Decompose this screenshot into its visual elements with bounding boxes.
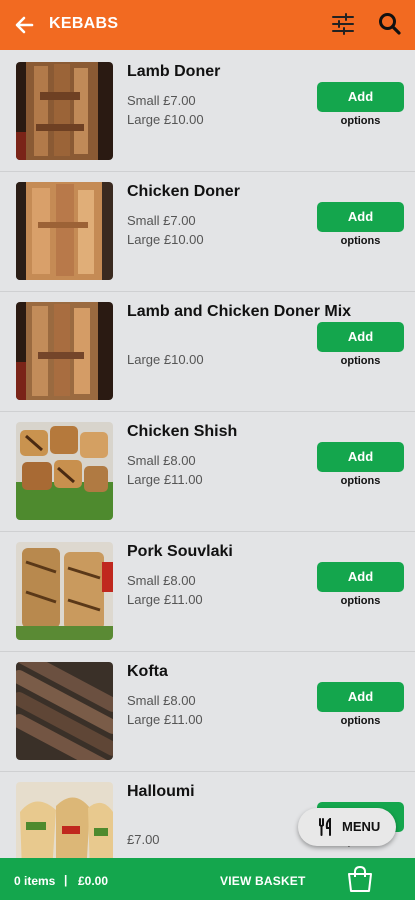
- options-link[interactable]: options: [317, 235, 404, 247]
- options-link[interactable]: options: [317, 475, 404, 487]
- basket-bar[interactable]: 0 items | £0.00 VIEW BASKET: [0, 858, 415, 900]
- menu-item[interactable]: Chicken Doner Small £7.00 Large £10.00 A…: [0, 172, 415, 292]
- menu-item[interactable]: Pork Souvlaki Small £8.00 Large £11.00 A…: [0, 532, 415, 652]
- filter-sliders-icon[interactable]: [330, 11, 356, 37]
- item-price-large: Large £11.00: [127, 472, 203, 487]
- add-button[interactable]: Add: [317, 562, 404, 592]
- item-price-large: Large £10.00: [127, 112, 204, 127]
- chicken-doner-image: [16, 182, 113, 280]
- lamb-doner-image: [16, 62, 113, 160]
- options-link[interactable]: options: [317, 355, 404, 367]
- menu-fab-label: MENU: [342, 819, 381, 834]
- item-name: Halloumi: [127, 783, 195, 800]
- item-price-large: Large £11.00: [127, 712, 203, 727]
- item-price-small: Small £7.00: [127, 213, 196, 228]
- kofta-image: [16, 662, 113, 760]
- back-arrow-icon[interactable]: [10, 10, 40, 40]
- basket-items-count: 0 items: [14, 874, 56, 888]
- item-price-large: Large £11.00: [127, 592, 203, 607]
- item-price-small: Small £8.00: [127, 453, 196, 468]
- add-button[interactable]: Add: [317, 682, 404, 712]
- menu-item-list: Lamb Doner Small £7.00 Large £10.00 Add …: [0, 52, 415, 892]
- item-name: Pork Souvlaki: [127, 543, 233, 560]
- add-button[interactable]: Add: [317, 82, 404, 112]
- item-price-small: Small £7.00: [127, 93, 196, 108]
- options-link[interactable]: options: [317, 715, 404, 727]
- menu-item[interactable]: Kofta Small £8.00 Large £11.00 Add optio…: [0, 652, 415, 772]
- item-name: Chicken Doner: [127, 183, 240, 200]
- item-price-small: Small £8.00: [127, 573, 196, 588]
- item-name: Kofta: [127, 663, 168, 680]
- add-button[interactable]: Add: [317, 322, 404, 352]
- search-icon[interactable]: [376, 10, 404, 38]
- item-price-large: Large £10.00: [127, 352, 204, 367]
- options-link[interactable]: options: [317, 595, 404, 607]
- menu-item[interactable]: Chicken Shish Small £8.00 Large £11.00 A…: [0, 412, 415, 532]
- menu-item[interactable]: Lamb and Chicken Doner Mix Large £10.00 …: [0, 292, 415, 412]
- doner-mix-image: [16, 302, 113, 400]
- item-price-large: £7.00: [127, 832, 160, 847]
- menu-item[interactable]: Lamb Doner Small £7.00 Large £10.00 Add …: [0, 52, 415, 172]
- basket-separator: |: [64, 873, 68, 887]
- basket-total: £0.00: [78, 874, 109, 888]
- chicken-shish-image: [16, 422, 113, 520]
- item-price-large: Large £10.00: [127, 232, 204, 247]
- cutlery-icon: [318, 816, 334, 836]
- pork-souvlaki-image: [16, 542, 113, 640]
- menu-fab-button[interactable]: MENU: [298, 808, 396, 846]
- item-price-small: Small £8.00: [127, 693, 196, 708]
- shopping-bag-icon[interactable]: [346, 865, 374, 893]
- options-link[interactable]: options: [317, 115, 404, 127]
- item-name: Lamb Doner: [127, 63, 221, 80]
- add-button[interactable]: Add: [317, 442, 404, 472]
- add-button[interactable]: Add: [317, 202, 404, 232]
- view-basket-button[interactable]: VIEW BASKET: [220, 874, 306, 888]
- item-name: Lamb and Chicken Doner Mix: [127, 303, 352, 320]
- top-app-bar: KEBABS: [0, 0, 415, 50]
- item-name: Chicken Shish: [127, 423, 238, 440]
- page-title: KEBABS: [49, 15, 119, 32]
